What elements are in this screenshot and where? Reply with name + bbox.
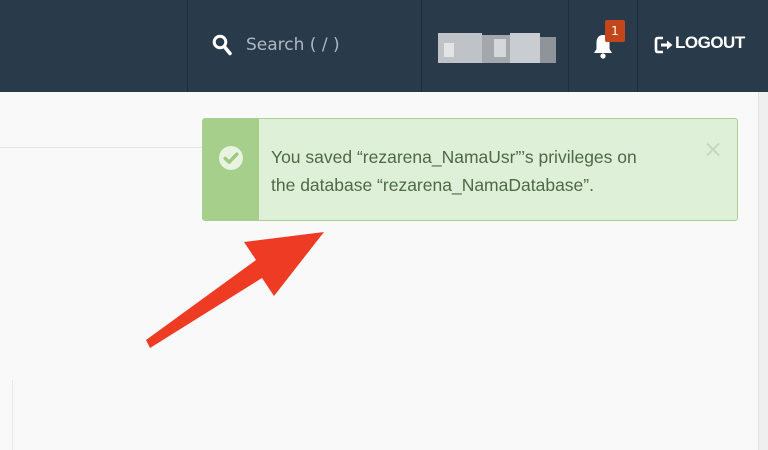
close-alert-button[interactable]: × — [703, 137, 723, 161]
alert-message: You saved “rezarena_NamaUsr”’s privilege… — [271, 143, 691, 199]
user-menu[interactable] — [422, 0, 568, 92]
search-input[interactable] — [246, 32, 406, 58]
notifications-button[interactable]: 1 — [569, 0, 637, 92]
username-redacted[interactable] — [438, 33, 556, 63]
content-divider-vertical — [12, 380, 13, 450]
alert-message-line-1: You saved “rezarena_NamaUsr”’s privilege… — [271, 147, 637, 167]
logout-button[interactable]: LOGOUT — [638, 0, 768, 92]
logout-label: LOGOUT — [675, 33, 745, 52]
scrollbar[interactable] — [758, 92, 768, 450]
logout-icon — [654, 36, 673, 54]
search-box[interactable] — [188, 0, 422, 92]
alert-message-line-2: the database “rezarena_NamaDatabase”. — [271, 175, 594, 195]
content-divider — [0, 147, 202, 148]
red-arrow-annotation — [146, 232, 324, 348]
top-navigation-bar: 1 LOGOUT — [0, 0, 768, 92]
success-alert: You saved “rezarena_NamaUsr”’s privilege… — [202, 118, 738, 221]
notification-count-badge: 1 — [605, 20, 625, 42]
alert-icon-column — [203, 119, 259, 220]
search-icon[interactable] — [212, 34, 232, 56]
check-circle-icon — [219, 146, 243, 170]
page: 1 LOGOUT You saved “rezarena_NamaUsr”’s … — [0, 0, 768, 450]
